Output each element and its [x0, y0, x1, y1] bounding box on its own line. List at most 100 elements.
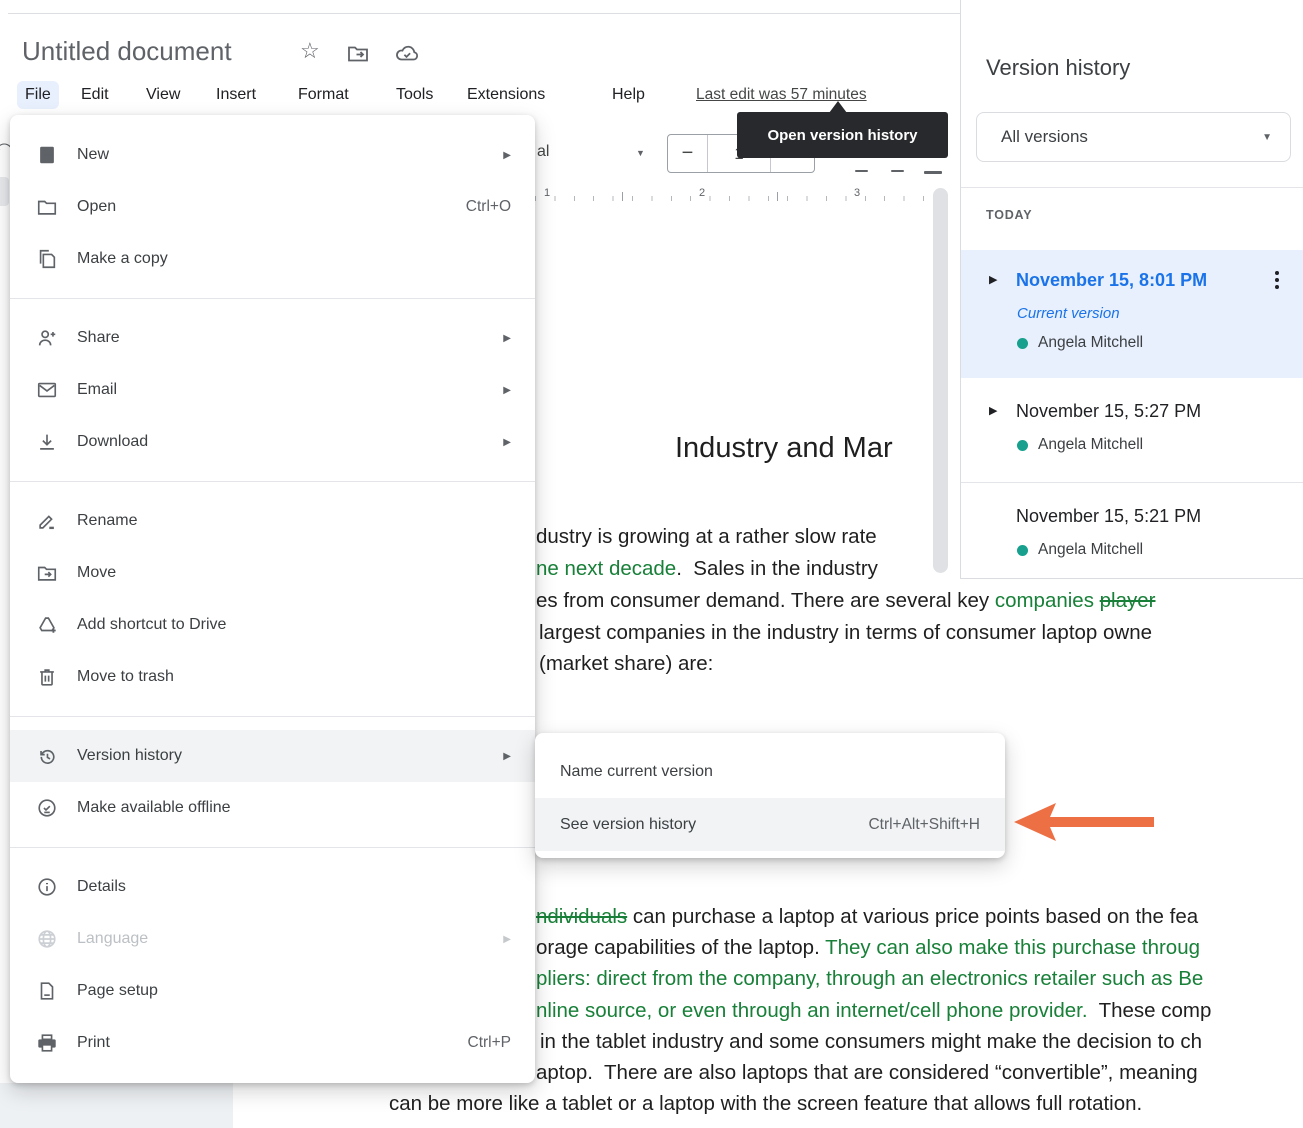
submenu-arrow-icon: ▶ — [503, 385, 511, 396]
all-versions-dropdown[interactable]: All versions ▼ — [976, 112, 1291, 162]
document-text-line: ndividuals can purchase a laptop at vari… — [536, 901, 1198, 932]
bold-icon[interactable] — [855, 170, 868, 172]
version-date[interactable]: November 15, 5:27 PM — [1016, 401, 1201, 422]
section-label-today: TODAY — [986, 208, 1032, 222]
menu-item-rename[interactable]: Rename — [10, 495, 535, 547]
submenu-arrow-icon: ▶ — [503, 333, 511, 344]
menu-shortcut: Ctrl+O — [466, 198, 511, 216]
font-dropdown-caret-icon[interactable]: ▼ — [636, 148, 645, 158]
menu-extensions[interactable]: Extensions — [459, 81, 553, 109]
suggested-text: They can also make this purchase throug — [825, 936, 1200, 959]
italic-icon[interactable] — [891, 170, 904, 172]
ruler — [535, 196, 935, 201]
menu-item-download[interactable]: Download ▶ — [10, 416, 535, 468]
author-dot-icon — [1017, 440, 1028, 451]
menu-item-move[interactable]: Move — [10, 547, 535, 599]
version-author: Angela Mitchell — [1017, 541, 1143, 559]
menu-file[interactable]: File — [17, 81, 59, 109]
submenu-arrow-icon: ▶ — [503, 437, 511, 448]
left-edge-fragment — [0, 177, 9, 206]
menu-item-label: Make a copy — [77, 250, 168, 268]
version-author: Angela Mitchell — [1017, 334, 1143, 352]
expand-arrow-icon[interactable]: ▶ — [989, 404, 997, 417]
document-scrollbar[interactable] — [933, 188, 948, 573]
menu-item-label: Page setup — [77, 982, 158, 1000]
author-name: Angela Mitchell — [1038, 541, 1143, 559]
menu-item-new[interactable]: New ▶ — [10, 129, 535, 181]
menu-help[interactable]: Help — [604, 81, 653, 109]
submenu-item-see-version-history[interactable]: See version history Ctrl+Alt+Shift+H — [535, 798, 1005, 851]
text-segment: can purchase a laptop at various price p… — [627, 905, 1198, 928]
menu-item-page-setup[interactable]: Page setup — [10, 965, 535, 1017]
annotation-arrow-icon — [1012, 799, 1154, 850]
expand-arrow-icon[interactable]: ▶ — [989, 273, 997, 286]
document-text-line: in the tablet industry and some consumer… — [540, 1026, 1202, 1057]
menu-tools[interactable]: Tools — [388, 81, 441, 109]
menu-item-details[interactable]: Details — [10, 861, 535, 913]
menu-edit[interactable]: Edit — [73, 81, 117, 109]
menu-format[interactable]: Format — [290, 81, 357, 109]
move-folder-icon — [36, 562, 58, 584]
author-name: Angela Mitchell — [1038, 436, 1143, 454]
submenu-arrow-icon: ▶ — [503, 150, 511, 161]
ruler-mid-tick — [622, 192, 623, 201]
suggested-text: companies — [995, 589, 1100, 612]
info-icon — [36, 876, 58, 898]
file-menu: New ▶ Open Ctrl+O Make a copy Share ▶ — [10, 115, 535, 1083]
menu-item-move-to-trash[interactable]: Move to trash — [10, 651, 535, 703]
version-date[interactable]: November 15, 8:01 PM — [1016, 270, 1207, 291]
menu-item-make-available-offline[interactable]: Make available offline — [10, 782, 535, 834]
submenu-item-name-current-version[interactable]: Name current version — [535, 745, 1005, 798]
trash-icon — [36, 666, 58, 688]
version-entry[interactable]: November 15, 5:21 PM Angela Mitchell — [961, 483, 1303, 577]
page-setup-icon — [36, 980, 58, 1002]
divider — [10, 847, 535, 848]
text-segment: largest companies in the industry in ter… — [539, 621, 1152, 644]
text-segment: . Sales in the industry — [676, 557, 883, 580]
menu-item-label: Details — [77, 878, 126, 896]
divider — [10, 298, 535, 299]
dropdown-value: All versions — [1001, 127, 1088, 147]
move-document-icon[interactable] — [346, 41, 370, 70]
menu-view[interactable]: View — [138, 81, 188, 109]
version-history-panel: Version history All versions ▼ TODAY ▶ N… — [960, 0, 1303, 579]
decrease-font-icon[interactable]: − — [668, 135, 707, 172]
document-heading: Industry and Mar — [675, 432, 893, 465]
document-text-line: pliers: direct from the company, through… — [536, 963, 1203, 994]
version-history-submenu: Name current version See version history… — [535, 733, 1005, 858]
version-entry[interactable]: ▶ November 15, 5:27 PM Angela Mitchell — [961, 378, 1303, 482]
font-name-fragment[interactable]: al — [537, 143, 549, 161]
document-text-line: es from consumer demand. There are sever… — [536, 585, 1156, 616]
download-icon — [36, 431, 58, 453]
menu-item-label: New — [77, 146, 109, 164]
menu-item-label: Language — [77, 930, 148, 948]
version-entry-current[interactable]: ▶ November 15, 8:01 PM Current version A… — [961, 250, 1303, 378]
more-options-icon[interactable] — [1275, 268, 1279, 292]
divider — [961, 187, 1303, 188]
text-segment: orage capabilities of the laptop. — [536, 936, 825, 959]
menu-item-share[interactable]: Share ▶ — [10, 312, 535, 364]
email-icon — [36, 379, 58, 401]
author-dot-icon — [1017, 338, 1028, 349]
divider — [10, 481, 535, 482]
menu-item-version-history[interactable]: Version history ▶ — [10, 730, 535, 782]
version-date[interactable]: November 15, 5:21 PM — [1016, 506, 1201, 527]
submenu-shortcut: Ctrl+Alt+Shift+H — [868, 816, 980, 834]
menu-item-open[interactable]: Open Ctrl+O — [10, 181, 535, 233]
cloud-status-icon[interactable] — [394, 41, 420, 70]
underline-icon[interactable] — [924, 171, 942, 174]
menu-item-print[interactable]: Print Ctrl+P — [10, 1017, 535, 1069]
ruler-mid-tick — [777, 192, 778, 201]
menu-shortcut: Ctrl+P — [468, 1034, 512, 1052]
menu-insert[interactable]: Insert — [208, 81, 264, 109]
deleted-text: ndividuals — [536, 905, 627, 928]
menu-item-make-a-copy[interactable]: Make a copy — [10, 233, 535, 285]
star-icon[interactable]: ☆ — [300, 38, 320, 64]
menu-item-add-shortcut-to-drive[interactable]: Add shortcut to Drive — [10, 599, 535, 651]
globe-icon — [36, 928, 58, 950]
text-segment: These comp — [1088, 999, 1212, 1022]
deleted-text: player — [1100, 589, 1156, 612]
document-title[interactable]: Untitled document — [22, 36, 232, 67]
text-segment: can be more like a tablet or a laptop wi… — [389, 1092, 1142, 1115]
menu-item-email[interactable]: Email ▶ — [10, 364, 535, 416]
